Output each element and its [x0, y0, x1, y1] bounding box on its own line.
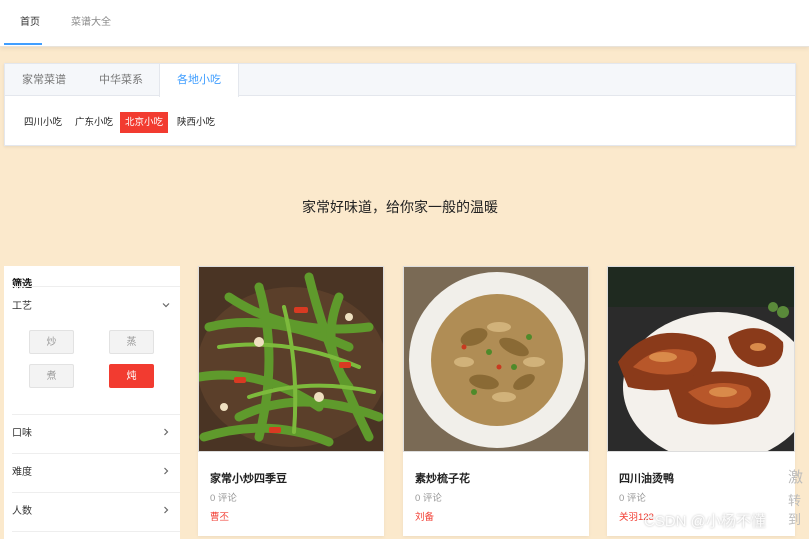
recipe-name[interactable]: 素炒梳子花 — [415, 470, 470, 486]
recipe-card[interactable]: 四川油烫鸭 0 评论 关羽123 — [607, 266, 795, 536]
top-nav: 首页 菜谱大全 — [0, 0, 809, 47]
recipe-author[interactable]: 曹丕 — [210, 509, 229, 523]
side-hint-text: 激 — [788, 469, 804, 486]
recipe-name[interactable]: 家常小炒四季豆 — [210, 470, 287, 486]
sub-sichuan-snacks[interactable]: 四川小吃 — [19, 112, 67, 133]
sub-guangdong-snacks[interactable]: 广东小吃 — [70, 112, 118, 133]
recipe-photo[interactable] — [198, 266, 384, 452]
watermark: CSDN @小杨不懂 — [644, 513, 766, 530]
side-hint-text: 转到 — [788, 493, 802, 527]
nav-tab-recipes[interactable]: 菜谱大全 — [71, 0, 111, 46]
tab-home-recipes[interactable]: 家常菜谱 — [5, 64, 83, 96]
recipe-comment-count: 0 评论 — [415, 493, 442, 504]
recipe-photo[interactable] — [607, 266, 795, 452]
filter-flavor-header[interactable]: 口味 — [12, 424, 172, 444]
divider — [12, 286, 180, 287]
filter-craft-header[interactable]: 工艺 — [12, 297, 172, 317]
category-card: 家常菜谱 中华菜系 各地小吃 四川小吃 广东小吃 北京小吃 陕西小吃 — [4, 63, 796, 146]
recipe-photo[interactable] — [403, 266, 589, 452]
recipe-name[interactable]: 四川油烫鸭 — [619, 470, 674, 486]
tab-local-snacks[interactable]: 各地小吃 — [159, 64, 239, 97]
craft-option-steam[interactable]: 蒸 — [109, 330, 154, 354]
filter-difficulty-label: 难度 — [12, 467, 32, 478]
chevron-right-icon — [160, 502, 172, 522]
recipe-comment-count: 0 评论 — [619, 493, 646, 504]
sub-shaanxi-snacks[interactable]: 陕西小吃 — [172, 112, 220, 133]
filter-people-label: 人数 — [12, 506, 32, 517]
chevron-right-icon — [160, 424, 172, 444]
sub-beijing-snacks[interactable]: 北京小吃 — [120, 112, 169, 133]
slogan: 家常好味道，给你家一般的温暖 — [302, 199, 498, 215]
recipe-card[interactable]: 家常小炒四季豆 0 评论 曹丕 — [198, 266, 384, 536]
tab-chinese-cuisine[interactable]: 中华菜系 — [83, 64, 159, 96]
divider — [12, 531, 180, 532]
craft-option-boil[interactable]: 煮 — [29, 364, 74, 388]
chevron-right-icon — [160, 463, 172, 483]
filter-difficulty-header[interactable]: 难度 — [12, 463, 172, 483]
divider — [12, 414, 180, 415]
filter-title: 筛选 — [12, 279, 32, 290]
filter-panel: 筛选 工艺 炒 蒸 煮 炖 口味 难度 人数 — [4, 266, 180, 539]
nav-tab-home[interactable]: 首页 — [20, 0, 40, 46]
filter-flavor-label: 口味 — [12, 428, 32, 439]
nav-active-indicator — [4, 43, 42, 45]
filter-craft-label: 工艺 — [12, 301, 32, 312]
chevron-down-icon — [160, 297, 172, 317]
filter-people-header[interactable]: 人数 — [12, 502, 172, 522]
recipe-author[interactable]: 刘备 — [415, 509, 434, 523]
category-tabbar: 家常菜谱 中华菜系 各地小吃 — [5, 64, 795, 97]
divider — [12, 453, 180, 454]
craft-option-stew[interactable]: 炖 — [109, 364, 154, 388]
recipe-card[interactable]: 素炒梳子花 0 评论 刘备 — [403, 266, 589, 536]
craft-option-stir-fry[interactable]: 炒 — [29, 330, 74, 354]
divider — [12, 492, 180, 493]
recipe-comment-count: 0 评论 — [210, 493, 237, 504]
